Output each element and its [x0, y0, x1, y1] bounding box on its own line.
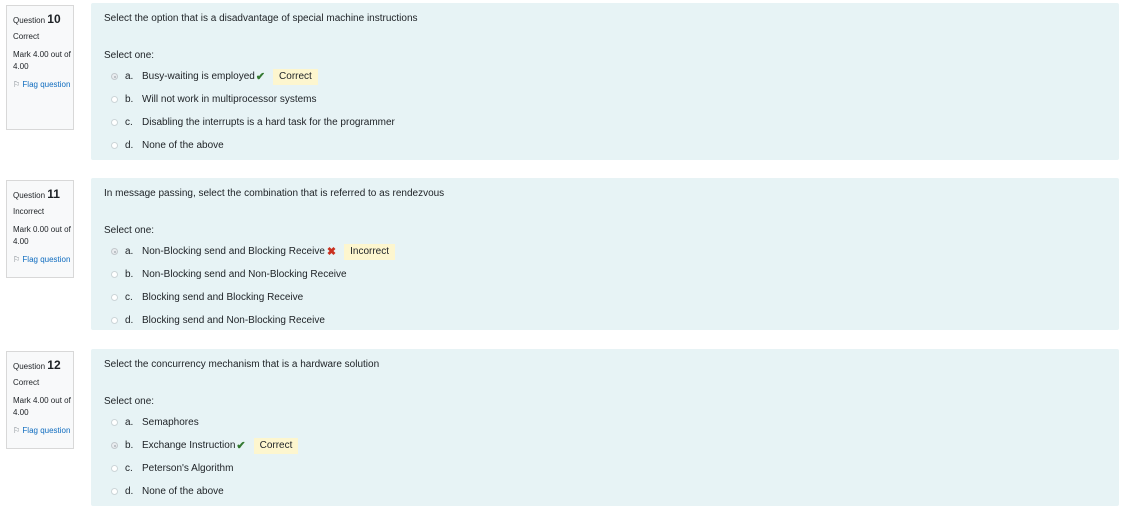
answer-option-c[interactable]: c. Peterson's Algorithm: [104, 457, 1106, 480]
select-one-prompt: Select one:: [104, 50, 155, 61]
answer-option-a[interactable]: a. Non-Blocking send and Blocking Receiv…: [104, 240, 1106, 263]
answer-letter: b.: [125, 94, 134, 105]
answer-letter: b.: [125, 269, 134, 280]
radio-button[interactable]: [111, 73, 118, 80]
answer-letter: a.: [125, 71, 134, 82]
radio-button[interactable]: [111, 419, 118, 426]
question-number: Question 12: [13, 358, 61, 372]
answer-option-a[interactable]: a. Busy-waiting is employed ✔ Correct: [104, 65, 1106, 88]
answer-label: Disabling the interrupts is a hard task …: [142, 117, 395, 128]
question-number-value: 11: [47, 187, 60, 201]
radio-button[interactable]: [111, 488, 118, 495]
question-grade: Mark 4.00 out of 4.00: [13, 396, 71, 417]
answer-option-c[interactable]: c. Blocking send and Blocking Receive: [104, 286, 1106, 309]
answer-option-d[interactable]: d. None of the above: [104, 134, 1106, 157]
select-one-prompt: Select one:: [104, 396, 155, 407]
feedback-badge: Correct: [253, 437, 299, 454]
feedback-badge: Correct: [273, 68, 318, 85]
cross-icon: ✖: [326, 246, 337, 258]
radio-button[interactable]: [111, 142, 118, 149]
answer-letter: b.: [125, 440, 134, 451]
answer-label: Peterson's Algorithm: [142, 463, 234, 474]
question-text: Select the option that is a disadvantage…: [104, 13, 418, 24]
flag-question-link[interactable]: ⚐ Flag question: [13, 425, 73, 437]
question-content: Select the option that is a disadvantage…: [91, 3, 1119, 160]
answer-label: None of the above: [142, 140, 224, 151]
answer-option-d[interactable]: d. Blocking send and Non-Blocking Receiv…: [104, 309, 1106, 332]
question-grade: Mark 0.00 out of 4.00: [13, 225, 71, 246]
flag-question-link[interactable]: ⚐ Flag question: [13, 79, 73, 91]
answer-letter: c.: [125, 292, 133, 303]
question-text: Select the concurrency mechanism that is…: [104, 359, 380, 370]
flag-icon: ⚐: [13, 80, 21, 89]
check-icon: ✔: [255, 71, 266, 83]
radio-button[interactable]: [111, 96, 118, 103]
radio-button[interactable]: [111, 317, 118, 324]
answer-option-a[interactable]: a. Semaphores: [104, 411, 1106, 434]
radio-button[interactable]: [111, 271, 118, 278]
radio-button[interactable]: [111, 294, 118, 301]
answer-option-b[interactable]: b. Will not work in multiprocessor syste…: [104, 88, 1106, 111]
answer-label: Blocking send and Non-Blocking Receive: [142, 315, 325, 326]
answer-label: Non-Blocking send and Blocking Receive: [142, 246, 325, 257]
question-number: Question 10: [13, 12, 61, 26]
answer-letter: a.: [125, 417, 134, 428]
answer-letter: c.: [125, 463, 133, 474]
radio-button[interactable]: [111, 119, 118, 126]
answer-option-b[interactable]: b. Exchange Instruction ✔ Correct: [104, 434, 1106, 457]
answer-letter: d.: [125, 140, 134, 151]
answer-letter: c.: [125, 117, 133, 128]
answer-option-b[interactable]: b. Non-Blocking send and Non-Blocking Re…: [104, 263, 1106, 286]
question-number: Question 11: [13, 187, 60, 201]
answer-label: Will not work in multiprocessor systems: [142, 94, 317, 105]
question-grade: Mark 4.00 out of 4.00: [13, 50, 71, 71]
answer-option-c[interactable]: c. Disabling the interrupts is a hard ta…: [104, 111, 1106, 134]
answer-label: Exchange Instruction: [142, 440, 236, 451]
question-info: Question 11 Incorrect Mark 0.00 out of 4…: [6, 180, 74, 278]
answer-letter: d.: [125, 315, 134, 326]
question-number-value: 12: [47, 358, 61, 372]
question-info: Question 12 Correct Mark 4.00 out of 4.0…: [6, 351, 74, 449]
radio-button[interactable]: [111, 465, 118, 472]
flag-question-link[interactable]: ⚐ Flag question: [13, 254, 73, 266]
radio-button[interactable]: [111, 248, 118, 255]
answer-label: Non-Blocking send and Non-Blocking Recei…: [142, 269, 347, 280]
radio-button[interactable]: [111, 442, 118, 449]
flag-icon: ⚐: [13, 426, 21, 435]
question-text: In message passing, select the combinati…: [104, 188, 445, 199]
answer-label: Semaphores: [142, 417, 199, 428]
answer-letter: a.: [125, 246, 134, 257]
question-info: Question 10 Correct Mark 4.00 out of 4.0…: [6, 5, 74, 130]
answer-letter: d.: [125, 486, 134, 497]
answer-option-d[interactable]: d. None of the above: [104, 480, 1106, 503]
check-icon: ✔: [236, 440, 246, 452]
question-content: Select the concurrency mechanism that is…: [91, 349, 1119, 506]
answer-label: Blocking send and Blocking Receive: [142, 292, 304, 303]
answer-label: None of the above: [142, 486, 224, 497]
flag-icon: ⚐: [13, 255, 21, 264]
feedback-badge: Incorrect: [344, 243, 396, 260]
question-state: Correct: [13, 378, 40, 387]
question-state: Incorrect: [13, 207, 45, 216]
select-one-prompt: Select one:: [104, 225, 155, 236]
answer-label: Busy-waiting is employed: [142, 71, 255, 82]
question-number-value: 10: [47, 12, 61, 26]
question-content: In message passing, select the combinati…: [91, 178, 1119, 330]
question-state: Correct: [13, 32, 40, 41]
